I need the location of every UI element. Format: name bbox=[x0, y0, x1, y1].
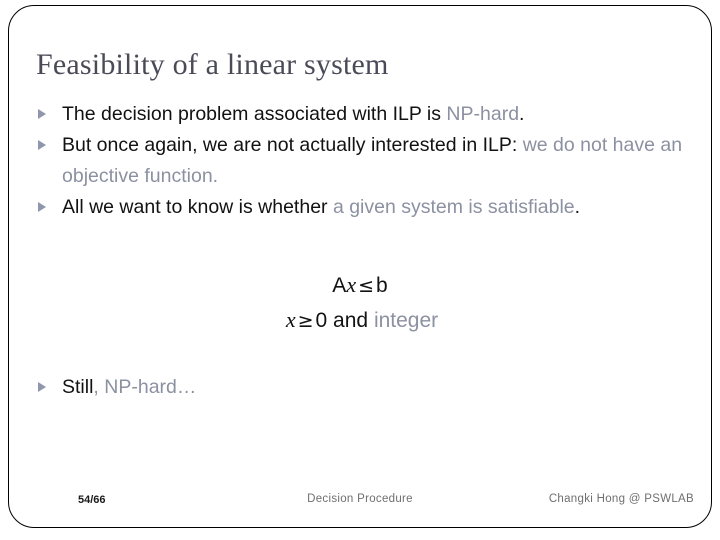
bullet-item-4: Still, NP-hard… bbox=[36, 372, 684, 403]
bullet-4-segment-2: , bbox=[93, 376, 105, 398]
triangle-bullet-icon bbox=[38, 109, 46, 119]
bullet-3-segment-3: . bbox=[574, 196, 581, 218]
bullet-list: The decision problem associated with ILP… bbox=[36, 99, 684, 223]
bullet-4-segment-3: NP-hard… bbox=[104, 376, 197, 398]
formula-line-1: Ax ≤b bbox=[0, 268, 720, 303]
formula2-qualifier-integer: integer bbox=[373, 309, 439, 332]
bullet-3-segment-2: a given system is satisfiable bbox=[332, 196, 575, 218]
formula-variable-x: x bbox=[346, 272, 357, 297]
slide-footer: 54/66 Decision Procedure Changki Hong @ … bbox=[0, 492, 720, 514]
bullet-item-3: All we want to know is whether a given s… bbox=[36, 192, 684, 223]
last-bullet-list: Still, NP-hard… bbox=[36, 372, 684, 403]
slide-canvas: Feasibility of a linear system The decis… bbox=[0, 0, 720, 540]
formula-line-2: x ≥0 and integer bbox=[0, 303, 720, 338]
footer-author: Changki Hong @ PSWLAB bbox=[548, 493, 694, 505]
slide-frame-border bbox=[8, 5, 712, 528]
triangle-bullet-icon bbox=[38, 202, 46, 212]
bullet-1-segment-2: NP-hard bbox=[446, 103, 520, 125]
formula2-conjunction: and bbox=[333, 309, 369, 332]
bullet-1-segment-3: . bbox=[519, 103, 525, 125]
formula-matrix-a: A bbox=[332, 274, 347, 297]
formula2-variable-x: x bbox=[285, 307, 296, 332]
formula2-relation-geq: ≥ bbox=[297, 310, 314, 332]
slide-title: Feasibility of a linear system bbox=[36, 48, 389, 81]
bullet-2-segment-1: But once again, we are not actually inte… bbox=[62, 134, 523, 156]
formula-vector-b: b bbox=[376, 274, 388, 297]
formula-relation-leq: ≤ bbox=[358, 275, 374, 297]
bullet-1-segment-1: The decision problem associated with ILP… bbox=[62, 103, 447, 125]
triangle-bullet-icon bbox=[38, 140, 46, 150]
formula-block: Ax ≤b x ≥0 and integer bbox=[0, 268, 720, 338]
triangle-bullet-icon bbox=[38, 382, 46, 392]
formula2-value-zero: 0 bbox=[315, 309, 328, 332]
bullet-3-segment-1: All we want to know is whether bbox=[62, 196, 333, 218]
bullet-item-1: The decision problem associated with ILP… bbox=[36, 99, 684, 130]
bullet-4-segment-1: Still bbox=[62, 376, 94, 398]
bullet-item-2: But once again, we are not actually inte… bbox=[36, 130, 684, 192]
